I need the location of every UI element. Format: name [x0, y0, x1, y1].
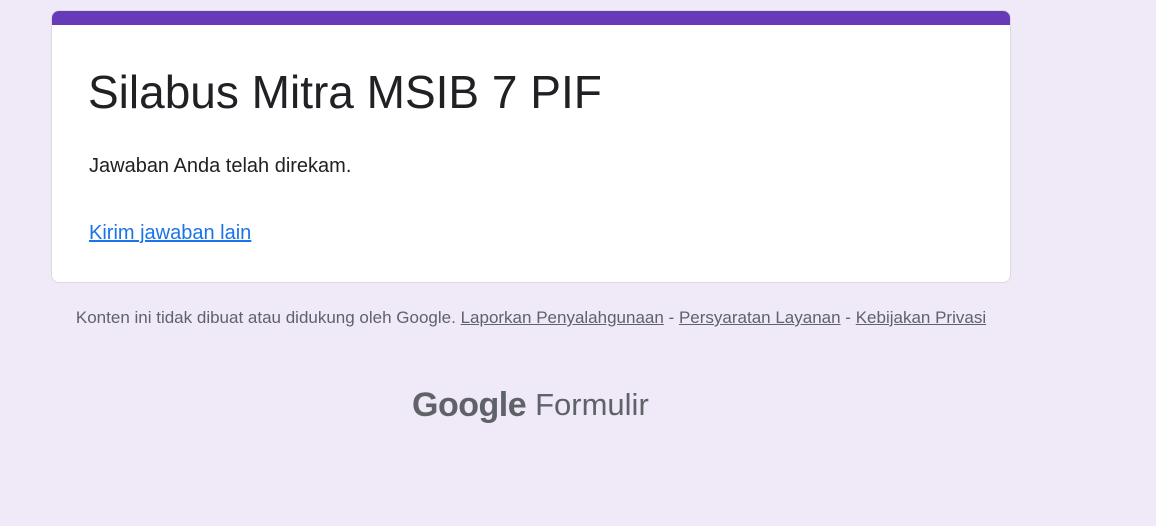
- footer-separator: -: [668, 308, 675, 327]
- confirmation-message: Jawaban Anda telah direkam.: [89, 155, 352, 177]
- privacy-policy-link[interactable]: Kebijakan Privasi: [856, 308, 986, 327]
- terms-of-service-link[interactable]: Persyaratan Layanan: [679, 308, 841, 327]
- footer-separator: -: [845, 308, 851, 327]
- response-card: Silabus Mitra MSIB 7 PIF Jawaban Anda te…: [51, 10, 1011, 283]
- footer: Konten ini tidak dibuat atau didukung ol…: [51, 307, 1011, 329]
- footer-disclaimer: Konten ini tidak dibuat atau didukung ol…: [75, 308, 456, 327]
- form-title: Silabus Mitra MSIB 7 PIF: [88, 66, 602, 118]
- google-forms-logo[interactable]: Google Formulir: [412, 383, 649, 427]
- google-wordmark: Google: [412, 385, 527, 424]
- report-abuse-link[interactable]: Laporkan Penyalahgunaan: [461, 308, 664, 327]
- card-accent-bar: [52, 11, 1010, 25]
- submit-another-response-link[interactable]: Kirim jawaban lain: [89, 221, 251, 245]
- forms-wordmark: Formulir: [535, 387, 649, 422]
